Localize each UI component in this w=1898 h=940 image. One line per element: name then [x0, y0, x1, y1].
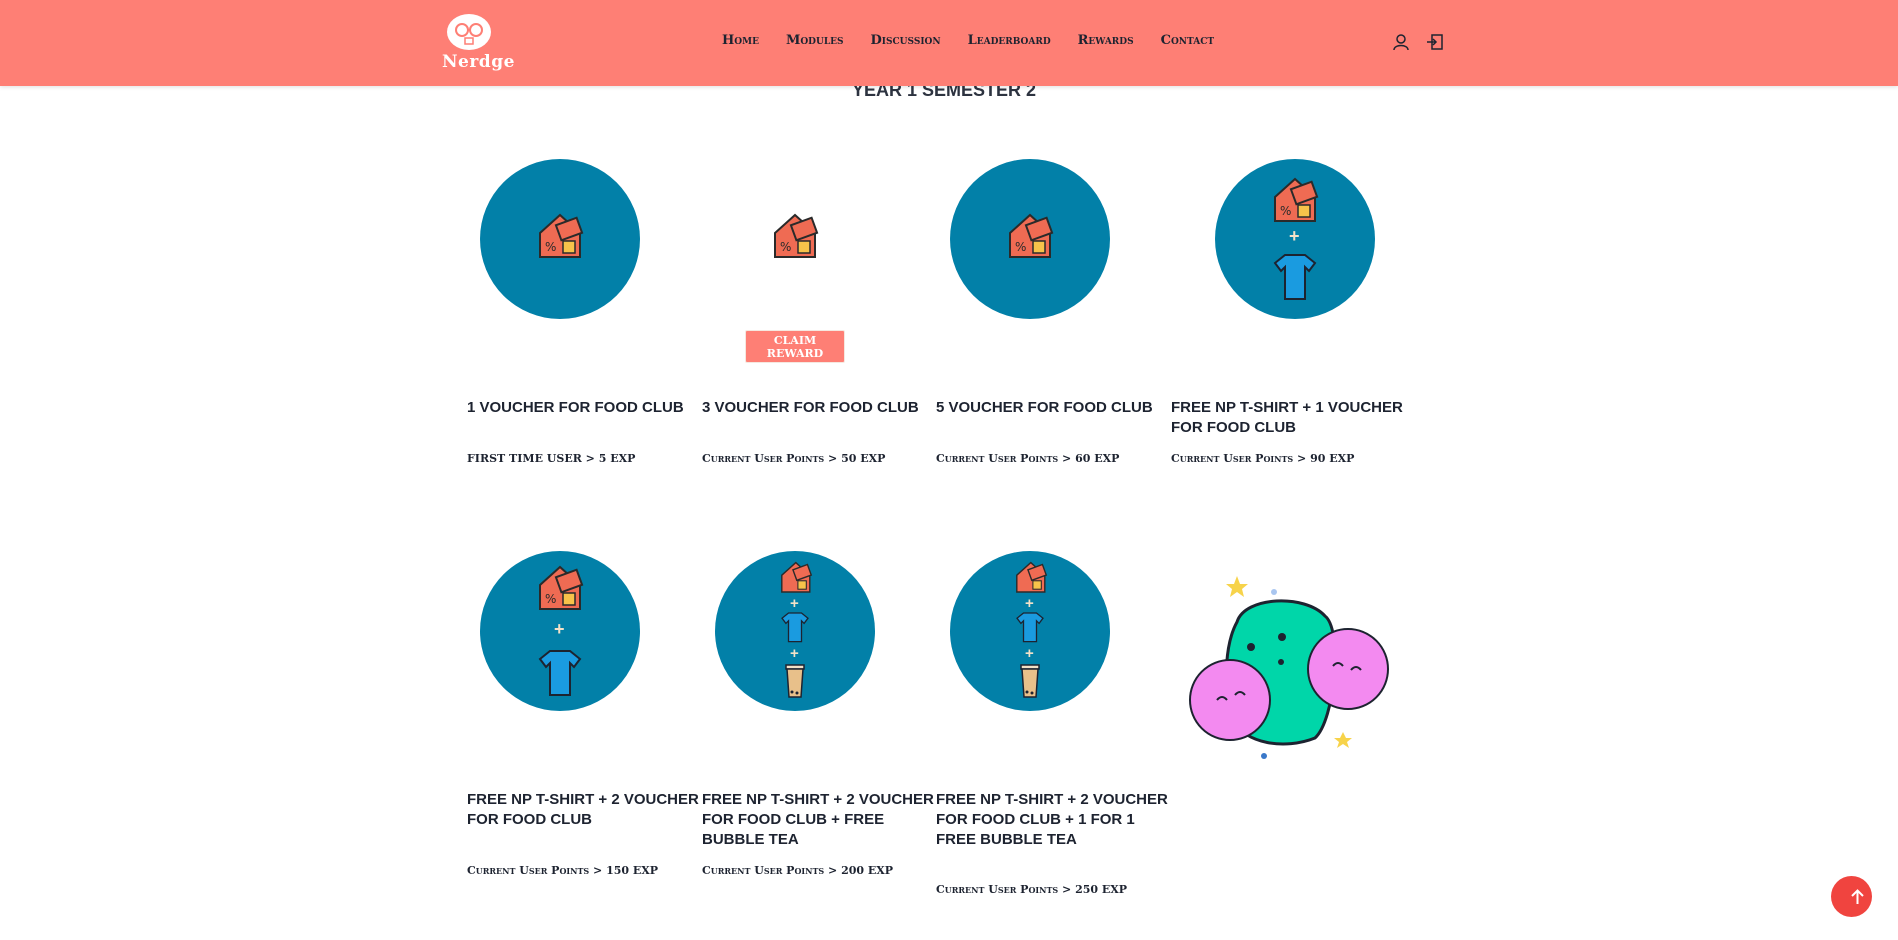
top-navbar: Nerdge Home Modules Discussion Leaderboa… [0, 0, 1898, 86]
cheerleader-mascot-illustration [1175, 560, 1415, 780]
reward-7-requirement: Current User Points > 250 EXP [936, 883, 1128, 896]
svg-text:%: % [1280, 204, 1291, 218]
reward-4-title: FREE NP T-SHIRT + 1 VOUCHER FOR FOOD CLU… [1171, 399, 1403, 436]
nav-rewards[interactable]: Rewards [1078, 33, 1134, 48]
reward-1-requirement: FIRST TIME USER > 5 EXP [467, 452, 636, 465]
nav-discussion[interactable]: Discussion [871, 33, 941, 48]
voucher-icon: % [1274, 177, 1319, 222]
reward-3-requirement: Current User Points > 60 EXP [936, 452, 1120, 465]
svg-text:%: % [1015, 240, 1026, 254]
reward-2-image: % [715, 159, 875, 319]
reward-1-image: % [480, 159, 640, 319]
voucher-icon [781, 561, 813, 593]
reward-5-title: FREE NP T-SHIRT + 2 VOUCHER FOR FOOD CLU… [467, 791, 699, 828]
reward-3-title: 5 VOUCHER FOR FOOD CLUB [936, 399, 1153, 416]
logo-face-icon [447, 14, 491, 50]
plus-icon: + [1289, 226, 1300, 246]
reward-7-image: + + [950, 551, 1110, 711]
plus-icon: + [790, 595, 799, 612]
reward-2-requirement: Current User Points > 50 EXP [702, 452, 886, 465]
reward-5-image: % + [480, 551, 640, 711]
svg-text:%: % [780, 240, 791, 254]
bubble-tea-icon [1020, 664, 1040, 698]
plus-icon: + [1025, 645, 1034, 662]
arrow-up-icon [1851, 889, 1864, 904]
tshirt-icon [781, 612, 809, 643]
nav-modules[interactable]: Modules [786, 33, 844, 48]
logo-text: Nerdge [442, 52, 515, 72]
svg-text:%: % [545, 240, 556, 254]
tshirt-icon [1016, 612, 1044, 643]
reward-6-requirement: Current User Points > 200 EXP [702, 864, 894, 877]
reward-1-title: 1 VOUCHER FOR FOOD CLUB [467, 399, 684, 416]
reward-6-title: FREE NP T-SHIRT + 2 VOUCHER FOR FOOD CLU… [702, 791, 934, 848]
nav-leaderboard[interactable]: Leaderboard [968, 33, 1051, 48]
reward-4-image: % + [1215, 159, 1375, 319]
reward-3-image: % [950, 159, 1110, 319]
voucher-icon [1016, 561, 1048, 593]
reward-5-requirement: Current User Points > 150 EXP [467, 864, 659, 877]
voucher-icon: % [1009, 213, 1054, 258]
plus-icon: + [554, 619, 565, 639]
plus-icon: + [790, 645, 799, 662]
nav-home[interactable]: Home [722, 33, 759, 48]
voucher-icon: % [539, 565, 584, 610]
claim-reward-button[interactable]: CLAIM REWARD [745, 330, 845, 363]
user-icon[interactable] [1391, 32, 1411, 52]
reward-2-title: 3 VOUCHER FOR FOOD CLUB [702, 399, 919, 416]
main-menu: Home Modules Discussion Leaderboard Rewa… [722, 33, 1241, 48]
plus-icon: + [1025, 595, 1034, 612]
tshirt-icon [1273, 254, 1317, 300]
voucher-icon: % [539, 213, 584, 258]
nerdge-logo[interactable]: Nerdge [440, 12, 514, 74]
voucher-icon: % [774, 213, 819, 258]
svg-text:%: % [545, 592, 556, 606]
sign-out-icon[interactable] [1425, 32, 1445, 52]
reward-6-image: + + [715, 551, 875, 711]
reward-4-requirement: Current User Points > 90 EXP [1171, 452, 1355, 465]
nav-contact[interactable]: Contact [1161, 33, 1214, 48]
bubble-tea-icon [785, 664, 805, 698]
reward-7-title: FREE NP T-SHIRT + 2 VOUCHER FOR FOOD CLU… [936, 791, 1168, 848]
back-to-top-button[interactable] [1831, 876, 1872, 917]
tshirt-icon [538, 650, 582, 696]
